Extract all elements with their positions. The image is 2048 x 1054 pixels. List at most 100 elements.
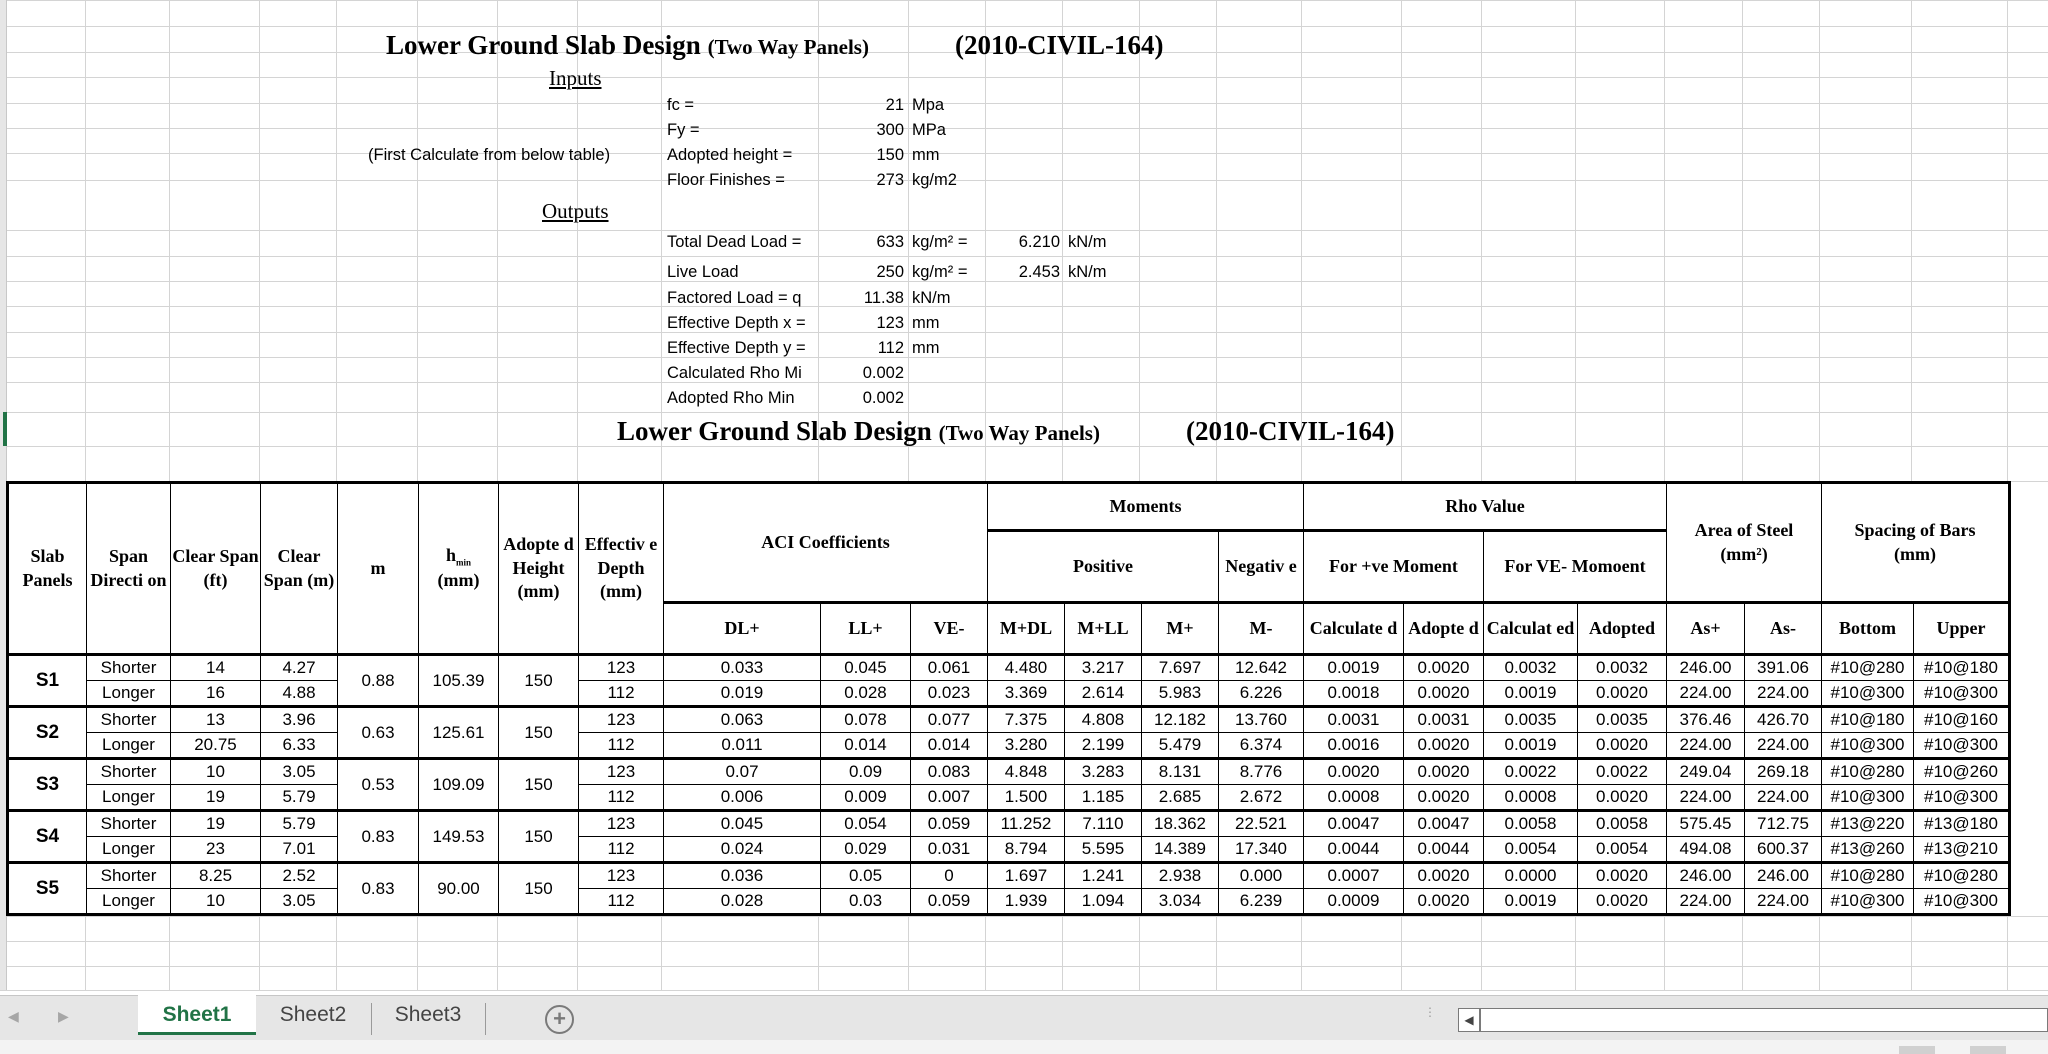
- gridline-horizontal: [0, 0, 2048, 1]
- cell-bot: #10@300: [1821, 888, 1914, 916]
- cell-dl: 0.028: [663, 888, 821, 916]
- input-label: Fy =: [667, 121, 700, 139]
- scroll-tabs-right-icon[interactable]: ▶: [58, 1008, 69, 1025]
- cell-mp: 8.131: [1141, 758, 1219, 785]
- new-sheet-button[interactable]: +: [545, 1005, 574, 1034]
- horizontal-scrollbar[interactable]: ◀: [1458, 1008, 2048, 1032]
- header-m: m: [337, 481, 419, 656]
- cell-asp: 224.00: [1666, 680, 1745, 708]
- table-row: Longer 16 4.88 112 0.019 0.028 0.023 3.369 2.614…: [8, 680, 2011, 708]
- inputs-note: (First Calculate from below table): [368, 146, 611, 164]
- cell-bot: #13@220: [1821, 810, 1914, 837]
- cell-a1: 0.0047: [1403, 810, 1484, 837]
- cell-mdl: 1.500: [987, 784, 1065, 812]
- gridline-horizontal: [0, 941, 2048, 942]
- cell-asp: 224.00: [1666, 732, 1745, 760]
- effective-depth: 123: [578, 758, 664, 785]
- sheet-title: Lower Ground Slab Design (Two Way Panels…: [386, 32, 869, 59]
- scroll-left-arrow-icon[interactable]: ◀: [1459, 1009, 1481, 1031]
- cell-mdl: 8.794: [987, 836, 1065, 864]
- cell-asn: 391.06: [1744, 654, 1822, 681]
- cell-asn: 426.70: [1744, 706, 1822, 733]
- cell-mp: 5.479: [1141, 732, 1219, 760]
- cell-c2: 0.0019: [1483, 732, 1578, 760]
- header-calculated-pos: Calculate d: [1303, 602, 1404, 656]
- inputs-heading: Inputs: [549, 66, 602, 90]
- header-positive: Positive: [987, 530, 1219, 604]
- cell-a1: 0.0020: [1403, 654, 1484, 681]
- adopted-height: 150: [498, 654, 579, 708]
- header-spacing-of-bars: Spacing of Bars (mm): [1821, 481, 2011, 604]
- cell-up: #10@300: [1913, 680, 2011, 708]
- cell-mll: 1.241: [1064, 862, 1142, 889]
- clear-span-m: 3.05: [260, 888, 338, 916]
- cell-a1: 0.0020: [1403, 680, 1484, 708]
- scroll-tabs-left-icon[interactable]: ◀: [8, 1008, 19, 1025]
- cell-ve: 0.061: [910, 654, 988, 681]
- sheet-tab-sheet3[interactable]: Sheet3: [372, 995, 484, 1035]
- span-direction: Longer: [86, 888, 171, 916]
- clear-span-ft: 19: [170, 784, 261, 812]
- table-row: Longer 10 3.05 112 0.028 0.03 0.059 1.939 1.094 3…: [8, 888, 2011, 916]
- cell-ll: 0.045: [820, 654, 911, 681]
- cell-ll: 0.03: [820, 888, 911, 916]
- header-moments: Moments: [987, 481, 1304, 532]
- cell-mn: 6.374: [1218, 732, 1304, 760]
- cell-mp: 2.938: [1141, 862, 1219, 889]
- cell-ve: 0.059: [910, 888, 988, 916]
- cell-up: #10@160: [1913, 706, 2011, 733]
- effective-depth: 123: [578, 810, 664, 837]
- output-value: 112: [877, 339, 904, 357]
- cell-c2: 0.0022: [1483, 758, 1578, 785]
- sheet-tab-sheet1[interactable]: Sheet1: [138, 995, 256, 1035]
- view-page-layout-button[interactable]: [1970, 1046, 2006, 1054]
- cell-bot: #10@300: [1821, 732, 1914, 760]
- h-min: 109.09: [418, 758, 499, 812]
- input-label: Floor Finishes =: [667, 171, 785, 189]
- cell-mp: 3.034: [1141, 888, 1219, 916]
- cell-ve: 0.014: [910, 732, 988, 760]
- table-title: Lower Ground Slab Design (Two Way Panels…: [617, 418, 1100, 445]
- clear-span-ft: 8.25: [170, 862, 261, 889]
- h-min: 105.39: [418, 654, 499, 708]
- plus-circle-icon: +: [553, 1006, 566, 1031]
- ratio-m: 0.88: [337, 654, 419, 708]
- cell-c2: 0.0035: [1483, 706, 1578, 733]
- span-direction: Shorter: [86, 862, 171, 889]
- table-row: Longer 19 5.79 112 0.006 0.009 0.007 1.500 1.185…: [8, 784, 2011, 812]
- output-unit: mm: [912, 314, 940, 332]
- gridline-horizontal: [0, 77, 2048, 78]
- output-label: Effective Depth y =: [667, 339, 806, 357]
- tab-separator: [485, 1003, 486, 1035]
- output-value: 250: [876, 263, 904, 281]
- header-adopted-neg: Adopted: [1577, 602, 1667, 656]
- table-row: S2 Shorter 13 3.96 0.63 125.61 150 123 0.063 0.07…: [6, 706, 2011, 760]
- cell-a2: 0.0058: [1577, 810, 1667, 837]
- output-unit: kg/m² =: [912, 263, 968, 281]
- output-label: Factored Load = q: [667, 289, 802, 307]
- input-label: Adopted height =: [667, 146, 793, 164]
- output-value: 0.002: [862, 364, 904, 382]
- cell-mll: 2.614: [1064, 680, 1142, 708]
- cell-bot: #10@280: [1821, 862, 1914, 889]
- cell-dl: 0.011: [663, 732, 821, 760]
- title-main: Lower Ground Slab Design: [386, 30, 701, 60]
- clear-span-ft: 20.75: [170, 732, 261, 760]
- cell-ll: 0.014: [820, 732, 911, 760]
- clear-span-m: 2.52: [260, 862, 338, 889]
- cell-ll: 0.028: [820, 680, 911, 708]
- cell-asp: 246.00: [1666, 654, 1745, 681]
- cell-c1: 0.0007: [1303, 862, 1404, 889]
- gridline-horizontal: [0, 256, 2048, 257]
- cell-asn: 224.00: [1744, 784, 1822, 812]
- gridline-horizontal: [0, 412, 2048, 413]
- gridline-horizontal: [0, 128, 2048, 129]
- cell-mp: 5.983: [1141, 680, 1219, 708]
- sheet-tab-sheet2[interactable]: Sheet2: [256, 995, 370, 1035]
- cell-up: #10@180: [1913, 654, 2011, 681]
- clear-span-m: 4.88: [260, 680, 338, 708]
- adopted-height: 150: [498, 810, 579, 864]
- cell-mdl: 4.480: [987, 654, 1065, 681]
- splitter-handle-icon[interactable]: ⋮: [1424, 1006, 1436, 1018]
- view-normal-button[interactable]: [1899, 1046, 1935, 1054]
